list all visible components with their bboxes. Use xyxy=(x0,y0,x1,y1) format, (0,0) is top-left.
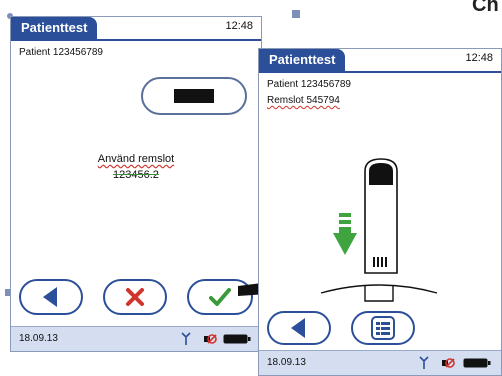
battery-icon xyxy=(223,334,251,344)
title-bar: Patienttest 12:48 xyxy=(11,17,261,41)
strip-lot: Remslot 545794 xyxy=(267,95,340,106)
back-button[interactable] xyxy=(267,311,331,345)
strip-lot-line: Remslot 545794 xyxy=(267,95,340,106)
back-arrow-icon xyxy=(291,318,305,338)
device-screen-1: Patienttest 12:48 Patient 123456789 Anvä… xyxy=(10,16,262,352)
antenna-icon xyxy=(181,332,191,345)
strip-slot-indicator xyxy=(141,77,247,115)
clock: 12:48 xyxy=(225,20,253,32)
back-button[interactable] xyxy=(19,279,83,315)
cancel-button[interactable] xyxy=(103,279,167,315)
prompt-line-1: Använd remslot xyxy=(97,153,175,165)
patient-id: Patient 123456789 xyxy=(19,47,103,58)
no-sound-icon xyxy=(442,358,455,368)
clock: 12:48 xyxy=(465,52,493,64)
title-bar: Patienttest 12:48 xyxy=(259,49,501,73)
menu-button[interactable] xyxy=(351,311,415,345)
strip-slot-icon xyxy=(174,89,214,103)
screen-title: Patienttest xyxy=(11,17,98,39)
confirm-check-icon xyxy=(209,288,231,306)
cancel-x-icon xyxy=(126,288,144,306)
status-date: 18.09.13 xyxy=(19,333,58,344)
status-bar: 18.09.13 xyxy=(259,350,501,375)
no-sound-icon xyxy=(204,334,217,344)
status-bar: 18.09.13 xyxy=(11,326,261,351)
back-arrow-icon xyxy=(43,287,57,307)
status-date: 18.09.13 xyxy=(267,357,306,368)
meter-slot xyxy=(320,284,438,302)
battery-icon xyxy=(463,358,491,368)
marker-square xyxy=(292,10,300,18)
test-strip-icon xyxy=(364,158,398,274)
device-screen-2: Patienttest 12:48 Patient 123456789 Rems… xyxy=(258,48,502,376)
screen-title: Patienttest xyxy=(259,49,346,71)
corner-label: Ch xyxy=(472,0,499,16)
prompt-text: Använd remslot 123456.2 xyxy=(11,153,261,181)
list-menu-icon xyxy=(371,316,395,340)
antenna-icon xyxy=(419,356,429,369)
patient-id: Patient 123456789 xyxy=(267,79,351,90)
down-arrow-icon xyxy=(333,213,357,255)
prompt-line-2: 123456.2 xyxy=(113,169,159,181)
